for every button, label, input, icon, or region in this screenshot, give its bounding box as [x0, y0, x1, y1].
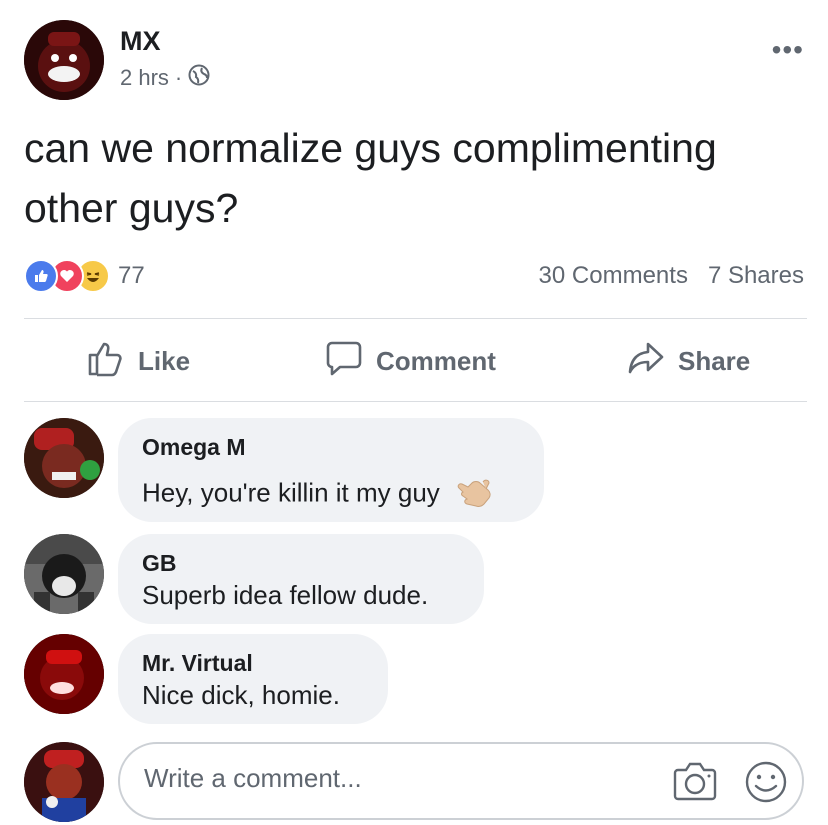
call-me-hand-emoji-icon — [455, 474, 493, 515]
commenter-avatar-mr-virtual[interactable] — [24, 634, 104, 714]
like-icon — [24, 259, 58, 293]
comment-label: Comment — [376, 345, 496, 376]
meta-separator: · — [174, 65, 183, 90]
camera-icon[interactable] — [672, 760, 718, 807]
shares-count-link[interactable]: 7 Shares — [708, 262, 804, 290]
commenter-name[interactable]: Mr. Virtual — [142, 650, 253, 677]
comment-text: Nice dick, homie. — [142, 680, 340, 710]
globe-icon — [188, 64, 210, 92]
commenter-avatar-gb[interactable] — [24, 534, 104, 614]
commenter-avatar-omega-m[interactable] — [24, 418, 104, 498]
post-author-name[interactable]: MX — [120, 26, 161, 57]
reaction-count: 77 — [118, 262, 145, 289]
reactions-summary[interactable]: 77 — [24, 259, 145, 293]
comments-count-link[interactable]: 30 Comments — [539, 262, 688, 290]
comment-composer[interactable] — [118, 742, 804, 820]
author-avatar[interactable] — [24, 20, 104, 100]
post-text: can we normalize guys complimenting othe… — [24, 125, 717, 231]
thumbs-up-icon — [86, 338, 126, 385]
share-label: Share — [678, 345, 751, 376]
divider-bottom — [24, 401, 807, 402]
comment-button[interactable]: Comment — [324, 338, 496, 384]
share-button[interactable]: Share — [626, 338, 750, 384]
more-options-button[interactable]: ••• — [772, 34, 804, 66]
share-arrow-icon — [626, 338, 666, 385]
commenter-name[interactable]: Omega M — [142, 434, 246, 461]
comment-text: Superb idea fellow dude. — [142, 580, 429, 610]
comment-text: Hey, you're killin it my guy — [142, 474, 493, 515]
like-label: Like — [138, 345, 191, 376]
like-button[interactable]: Like — [86, 338, 190, 384]
post-time[interactable]: 2 hrs — [120, 65, 169, 91]
post-meta: 2 hrs · — [120, 64, 210, 92]
write-comment-input[interactable] — [142, 762, 646, 795]
divider-top — [24, 318, 807, 319]
current-user-avatar — [24, 742, 104, 822]
post-stats: 30 Comments 7 Shares — [539, 262, 804, 290]
comment-bubble-icon — [324, 338, 364, 385]
commenter-name[interactable]: GB — [142, 550, 177, 577]
emoji-icon[interactable] — [744, 760, 788, 809]
